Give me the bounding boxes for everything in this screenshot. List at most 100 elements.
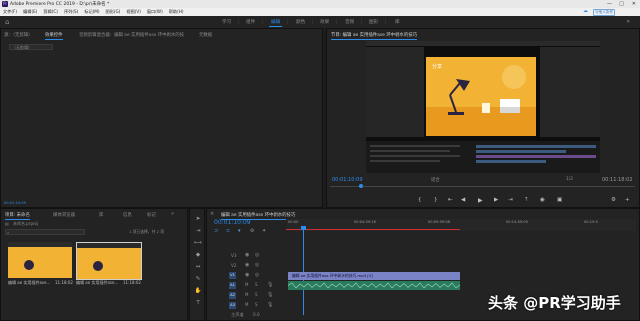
menu-graphics[interactable]: 图形(G) <box>106 9 121 15</box>
menu-clip[interactable]: 剪辑(C) <box>43 9 58 15</box>
solo-button[interactable]: S <box>255 282 258 287</box>
mute-button[interactable]: M <box>245 292 248 297</box>
fit-dropdown[interactable]: 适合 <box>431 177 440 183</box>
solo-button[interactable]: S <box>255 292 258 297</box>
close-tab-icon[interactable]: × <box>210 211 214 217</box>
workspace-audio[interactable]: 音频 <box>345 19 354 25</box>
tab-libraries[interactable]: 库 <box>99 212 103 218</box>
workspace-color[interactable]: 颜色 <box>296 19 305 25</box>
add-marker-icon[interactable]: ▾ <box>238 228 241 234</box>
program-current-time[interactable]: 00:01:10:09 <box>332 177 363 183</box>
toggle-output-icon[interactable]: ◉ <box>245 252 249 258</box>
menu-help[interactable]: 帮助(H) <box>169 9 184 15</box>
timeline-settings-icon[interactable]: ⚙ <box>250 228 254 234</box>
menu-window[interactable]: 窗口(W) <box>147 9 163 15</box>
step-back-icon[interactable]: ◀ <box>461 197 465 203</box>
toggle-output-icon[interactable]: ◉ <box>245 272 249 278</box>
microphone-icon[interactable]: 🎙 <box>267 282 273 288</box>
close-button[interactable]: ✕ <box>632 0 636 8</box>
home-icon[interactable]: ⌂ <box>5 18 9 26</box>
visibility-icon[interactable]: ◎ <box>255 252 259 258</box>
razor-tool-icon[interactable]: ◆ <box>194 251 202 259</box>
tab-sequence[interactable]: 编辑 ae 实用插件ase 环中剥水的技巧 <box>221 212 296 220</box>
project-item-thumbnail[interactable] <box>8 242 72 278</box>
program-scrubber[interactable] <box>330 186 635 187</box>
mark-out-icon[interactable]: } <box>434 197 438 203</box>
microphone-icon[interactable]: 🎙 <box>267 302 273 308</box>
project-item-thumbnail-selected[interactable] <box>76 242 142 280</box>
tab-info[interactable]: 信息 <box>123 212 132 218</box>
collaborate-button[interactable]: 与他人协作 <box>593 9 615 16</box>
comparison-view-icon[interactable]: ▣ <box>557 197 562 203</box>
ripple-edit-tool-icon[interactable]: ⟷ <box>194 239 202 247</box>
workspace-assembly[interactable]: 组件 <box>246 19 255 25</box>
snap-icon[interactable]: ⊃ <box>214 228 218 234</box>
workspace-more-icon[interactable]: » <box>626 18 630 25</box>
step-forward-icon[interactable]: ▶ <box>494 197 498 203</box>
hand-tool-icon[interactable]: ✋ <box>194 287 202 295</box>
tab-metadata[interactable]: 元数据 <box>199 32 212 38</box>
audio-clip-a1[interactable] <box>288 281 460 290</box>
go-to-out-icon[interactable]: ⇥ <box>508 197 513 203</box>
solo-button[interactable]: S <box>255 302 258 307</box>
tab-effect-controls[interactable]: 效果控件 <box>45 32 63 40</box>
panel-more-icon[interactable]: » <box>171 211 174 217</box>
workspace-libraries[interactable]: 库 <box>395 19 400 25</box>
clip-dropdown[interactable]: （无剪辑） <box>9 44 53 50</box>
menu-edit[interactable]: 编辑(E) <box>23 9 37 15</box>
cloud-icon: ☁ <box>583 8 588 14</box>
type-tool-icon[interactable]: T <box>194 299 202 307</box>
work-area-bar[interactable] <box>286 229 460 230</box>
toggle-output-icon[interactable]: ◉ <box>245 262 249 268</box>
menu-sequence[interactable]: 序列(S) <box>64 9 78 15</box>
play-icon[interactable]: ▶ <box>478 197 483 204</box>
project-item-name[interactable]: 编辑 ae 实用插件ase... <box>8 280 50 286</box>
thumb-toolbar <box>8 242 72 247</box>
tab-audio-clip-mixer[interactable]: 音频剪辑混合器：编辑 ae 实用插件ase 环中剥水的技巧 <box>79 32 184 38</box>
visibility-icon[interactable]: ◎ <box>255 272 259 278</box>
pen-tool-icon[interactable]: ✎ <box>194 275 202 283</box>
tab-markers[interactable]: 标记 <box>147 212 156 218</box>
microphone-icon[interactable]: 🎙 <box>267 292 273 298</box>
master-volume[interactable]: 0.0 <box>253 312 260 317</box>
export-frame-icon[interactable]: ◉ <box>540 197 545 203</box>
source-patch-a3[interactable]: A3 <box>229 302 236 309</box>
visibility-icon[interactable]: ◎ <box>255 262 259 268</box>
tab-project[interactable]: 项目: 未命名 <box>5 212 30 220</box>
playhead-handle[interactable] <box>301 226 306 230</box>
timeline-playhead[interactable] <box>303 227 304 315</box>
program-playhead[interactable] <box>359 184 363 188</box>
slip-tool-icon[interactable]: ↔ <box>194 263 202 271</box>
settings-icon[interactable]: ⚙ <box>611 197 616 203</box>
menu-view[interactable]: 视图(V) <box>126 9 141 15</box>
track-select-tool-icon[interactable]: ⇥ <box>194 227 202 235</box>
selection-tool-icon[interactable]: ➤ <box>194 215 202 223</box>
project-item-name[interactable]: 编辑 ae 实用插件ase... <box>76 280 118 286</box>
mark-in-icon[interactable]: { <box>418 197 422 203</box>
linked-selection-icon[interactable]: ⊂ <box>226 228 230 234</box>
timeline-ruler[interactable]: 00:00 00:04:59:16 00:09:59:08 00:14:59:0… <box>286 219 636 231</box>
workspace-graphics[interactable]: 图形 <box>369 19 378 25</box>
tab-media-browser[interactable]: 媒体浏览器 <box>53 212 75 218</box>
video-clip[interactable]: 编辑 ae 实用插件ase 环中剥水的技巧.mp4 [V] <box>288 272 460 280</box>
minimize-button[interactable]: — <box>607 0 612 8</box>
project-search-input[interactable]: ⌕ <box>5 229 85 235</box>
maximize-button[interactable]: □ <box>619 0 624 8</box>
source-patch-v1[interactable]: V1 <box>229 272 236 279</box>
tab-source[interactable]: 源：（无剪辑） <box>4 32 33 38</box>
workspace-editing[interactable]: 编辑 <box>268 19 283 27</box>
workspace-learn[interactable]: 学习 <box>222 19 231 25</box>
source-patch-a2[interactable]: A2 <box>229 292 236 299</box>
menu-file[interactable]: 文件(F) <box>3 9 17 15</box>
add-button-icon[interactable]: + <box>625 197 630 203</box>
lift-icon[interactable]: ⇡ <box>524 197 529 203</box>
wrench-icon[interactable]: ✦ <box>262 228 266 234</box>
source-patch-a1[interactable]: A1 <box>229 282 236 289</box>
workspace-effects[interactable]: 效果 <box>320 19 329 25</box>
mute-button[interactable]: M <box>245 302 248 307</box>
resolution-dropdown[interactable]: 1/2 <box>566 177 573 182</box>
menu-markers[interactable]: 标记(M) <box>84 9 99 15</box>
timeline-timecode[interactable]: 00:01:10:09 <box>214 219 251 226</box>
mute-button[interactable]: M <box>245 282 248 287</box>
go-to-in-icon[interactable]: ⇤ <box>448 197 453 203</box>
